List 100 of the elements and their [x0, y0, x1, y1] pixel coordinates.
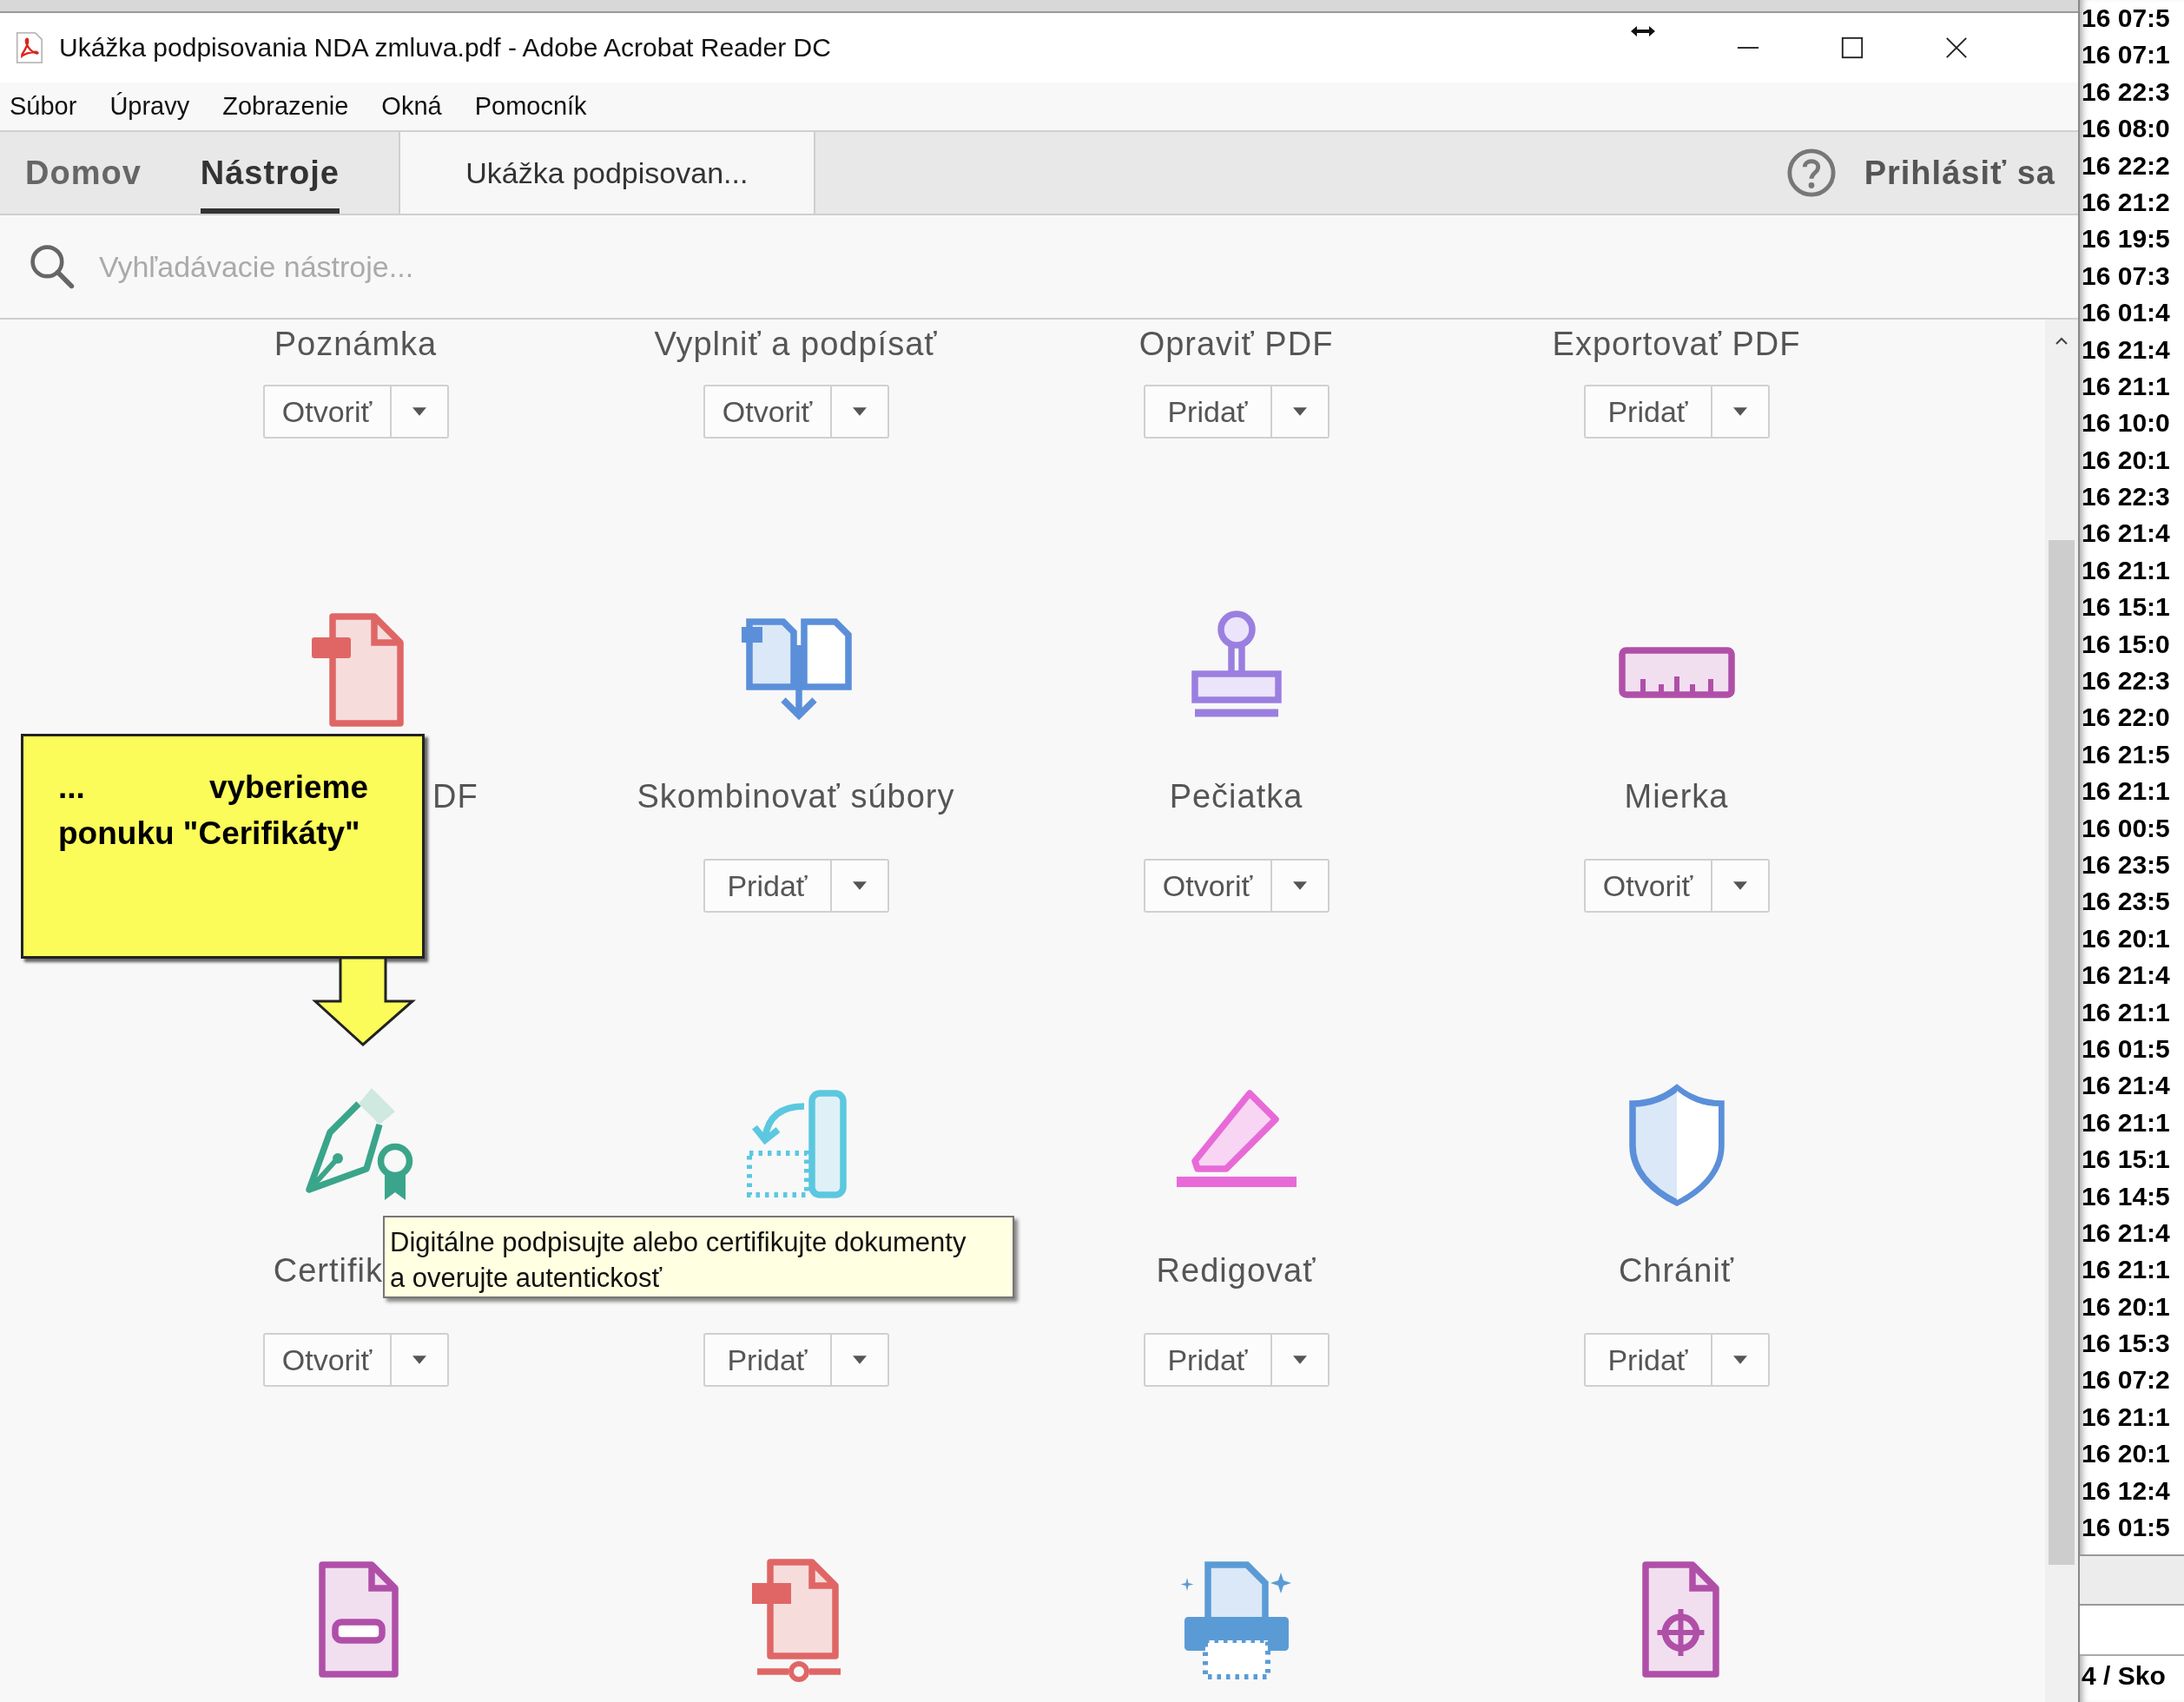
tool-action-button[interactable]: Otvoriť — [262, 1333, 392, 1387]
file-time: 16 22:3 — [2081, 76, 2171, 108]
scrollbar-thumb[interactable] — [2049, 540, 2075, 1565]
scroll-up-icon[interactable] — [2055, 337, 2069, 346]
caret-icon — [1292, 881, 1307, 890]
dropdown-button[interactable] — [391, 385, 449, 439]
file-time: 16 01:4 — [2081, 297, 2171, 329]
caret-icon — [1732, 1356, 1747, 1364]
file-time: 16 23:5 — [2081, 849, 2171, 881]
tool-label: DF — [432, 777, 478, 815]
tool-label: Pečiatka — [1169, 777, 1303, 815]
maximize-icon[interactable] — [1839, 36, 1864, 60]
caret-icon — [852, 881, 867, 890]
file-time: 16 21:5 — [2081, 738, 2171, 770]
file-time: 16 15:0 — [2081, 628, 2171, 660]
tool-action-button[interactable]: Pridať — [1143, 1333, 1272, 1387]
menu-item[interactable]: Úpravy — [109, 92, 190, 121]
help-icon[interactable] — [1785, 148, 1837, 198]
file-time: 16 21:1 — [2081, 996, 2171, 1028]
file-time: 16 15:1 — [2081, 1144, 2171, 1176]
file-time: 16 21:1 — [2081, 554, 2171, 586]
tool-action-button[interactable]: Pridať — [703, 859, 832, 913]
close-icon[interactable] — [1943, 36, 1969, 60]
status-text: 4 / Sko — [2081, 1661, 2167, 1691]
caret-icon — [1292, 1356, 1307, 1364]
file-time: 16 22:0 — [2081, 702, 2171, 734]
tool-action-button[interactable]: Otvoriť — [1583, 859, 1712, 913]
tool-action-button[interactable]: Otvoriť — [1143, 859, 1272, 913]
file-time: 16 00:5 — [2081, 812, 2171, 844]
caret-icon — [1732, 407, 1747, 416]
caret-icon — [1292, 407, 1307, 416]
document-tab[interactable]: Ukážka podpisovan... — [398, 132, 815, 214]
file-time: 16 21:1 — [2081, 775, 2171, 808]
tool-action-button[interactable]: Pridať — [1583, 385, 1712, 439]
tooltip: Digitálne podpisujte alebo certifikujte dokumenty a overujte autentickosť — [383, 1216, 1014, 1298]
menu-item[interactable]: Okná — [381, 92, 442, 121]
file-time: 16 22:3 — [2081, 481, 2171, 513]
file-time: 16 01:5 — [2081, 1512, 2171, 1543]
tool-label: Redigovať — [1156, 1251, 1316, 1290]
tool-label: Mierka — [1624, 777, 1729, 815]
dropdown-button[interactable] — [831, 859, 889, 913]
sign-in-link[interactable]: Prihlásiť sa — [1864, 132, 2055, 214]
file-time: 16 01:5 — [2081, 1032, 2171, 1065]
tool-label: Chrániť — [1618, 1251, 1735, 1290]
dropdown-button[interactable] — [1712, 1333, 1770, 1387]
tool-label: Vyplniť a podpísať — [654, 325, 938, 363]
tool-action-button[interactable]: Otvoriť — [262, 385, 392, 439]
dropdown-button[interactable] — [1712, 859, 1770, 913]
dropdown-button[interactable] — [1271, 385, 1330, 439]
caret-icon — [852, 1356, 867, 1364]
file-time: 16 07:5 — [2081, 3, 2171, 34]
tool-label: Opraviť PDF — [1138, 325, 1334, 363]
search-field[interactable]: Vyhľadávacie nástroje... — [97, 248, 709, 285]
tool-label: Certifik — [273, 1251, 383, 1290]
caret-icon — [852, 407, 867, 416]
menu-item[interactable]: Súbor — [10, 92, 77, 121]
file-time: 16 20:1 — [2081, 1290, 2171, 1323]
dropdown-button[interactable] — [831, 1333, 889, 1387]
tool-label: Skombinovať súbory — [637, 777, 955, 815]
file-time: 16 21:1 — [2081, 1106, 2171, 1138]
menu-item[interactable]: Zobrazenie — [222, 92, 349, 121]
tool-action-button[interactable]: Pridať — [1143, 385, 1272, 439]
tool-label: Exportovať PDF — [1552, 325, 1801, 363]
tool-action-button[interactable]: Otvoriť — [703, 385, 832, 439]
menu-item[interactable]: Pomocník — [474, 92, 587, 121]
dropdown-button[interactable] — [1271, 859, 1330, 913]
file-time: 16 20:1 — [2081, 1438, 2171, 1470]
search-icon — [28, 242, 76, 291]
file-time: 16 07:2 — [2081, 1364, 2171, 1396]
file-time: 16 19:5 — [2081, 223, 2171, 255]
file-time: 16 20:1 — [2081, 444, 2171, 476]
dropdown-button[interactable] — [1271, 1333, 1330, 1387]
caret-icon — [1732, 881, 1747, 890]
file-time: 16 08:0 — [2081, 113, 2171, 145]
file-time: 16 21:1 — [2081, 370, 2171, 402]
file-time: 16 07:1 — [2081, 39, 2171, 71]
file-time: 16 22:3 — [2081, 665, 2171, 697]
tool-action-button[interactable]: Pridať — [1583, 1333, 1712, 1387]
file-time: 16 23:5 — [2081, 886, 2171, 918]
file-time: 16 12:4 — [2081, 1474, 2171, 1507]
caret-icon — [412, 407, 426, 416]
callout-text: ... vyberieme ponuku "Cerifikáty" — [58, 769, 368, 853]
file-time: 16 20:1 — [2081, 922, 2171, 954]
file-time: 16 15:3 — [2081, 1328, 2171, 1360]
file-time: 16 21:4 — [2081, 1217, 2171, 1249]
window-title: Ukážka podpisovania NDA zmluva.pdf - Adobe Acrobat Reader DC — [59, 33, 831, 63]
dropdown-button[interactable] — [1712, 385, 1770, 439]
file-time: 16 21:4 — [2081, 960, 2171, 992]
nav-tab[interactable]: Domov — [25, 132, 142, 214]
file-time: 16 21:4 — [2081, 1070, 2171, 1102]
file-time: 16 21:4 — [2081, 333, 2171, 366]
resize-cursor-icon — [1629, 25, 1656, 37]
tool-action-button[interactable]: Pridať — [703, 1333, 832, 1387]
dropdown-button[interactable] — [391, 1333, 449, 1387]
file-time: 16 21:1 — [2081, 1401, 2171, 1433]
dropdown-button[interactable] — [831, 385, 889, 439]
file-time: 16 21:1 — [2081, 1254, 2171, 1286]
file-time: 16 07:3 — [2081, 260, 2171, 292]
file-time: 16 21:2 — [2081, 186, 2171, 218]
file-time: 16 10:0 — [2081, 407, 2171, 439]
